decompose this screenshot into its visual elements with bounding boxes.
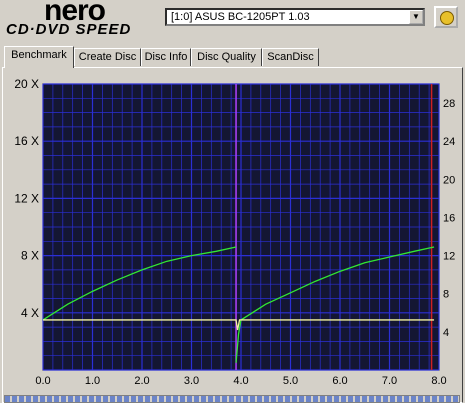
- progress-bar: [4, 395, 460, 403]
- y-left-tick-label: 12 X: [14, 191, 39, 205]
- x-tick-label: 7.0: [382, 375, 397, 387]
- y-right-tick-label: 24: [443, 136, 455, 148]
- y-left-tick-label: 16 X: [14, 134, 39, 148]
- y-right-tick-label: 4: [443, 327, 449, 339]
- y-left-tick-label: 20 X: [14, 77, 39, 91]
- y-right-tick-label: 28: [443, 98, 455, 110]
- x-tick-label: 5.0: [283, 375, 298, 387]
- y-left-tick-label: 8 X: [21, 249, 39, 263]
- tab-label: Benchmark: [11, 49, 67, 61]
- tab-benchmark[interactable]: Benchmark: [4, 46, 74, 68]
- x-tick-label: 3.0: [184, 375, 199, 387]
- x-tick-label: 4.0: [233, 375, 248, 387]
- y-right-tick-label: 20: [443, 174, 455, 186]
- x-tick-label: 2.0: [134, 375, 149, 387]
- y-left-tick-label: 4 X: [21, 306, 39, 320]
- y-right-tick-label: 8: [443, 289, 449, 301]
- y-right-tick-label: 16: [443, 212, 455, 224]
- x-tick-label: 8.0: [431, 375, 446, 387]
- x-tick-label: 1.0: [85, 375, 100, 387]
- y-right-tick-label: 12: [443, 251, 455, 263]
- x-tick-label: 0.0: [35, 375, 50, 387]
- x-tick-label: 6.0: [332, 375, 347, 387]
